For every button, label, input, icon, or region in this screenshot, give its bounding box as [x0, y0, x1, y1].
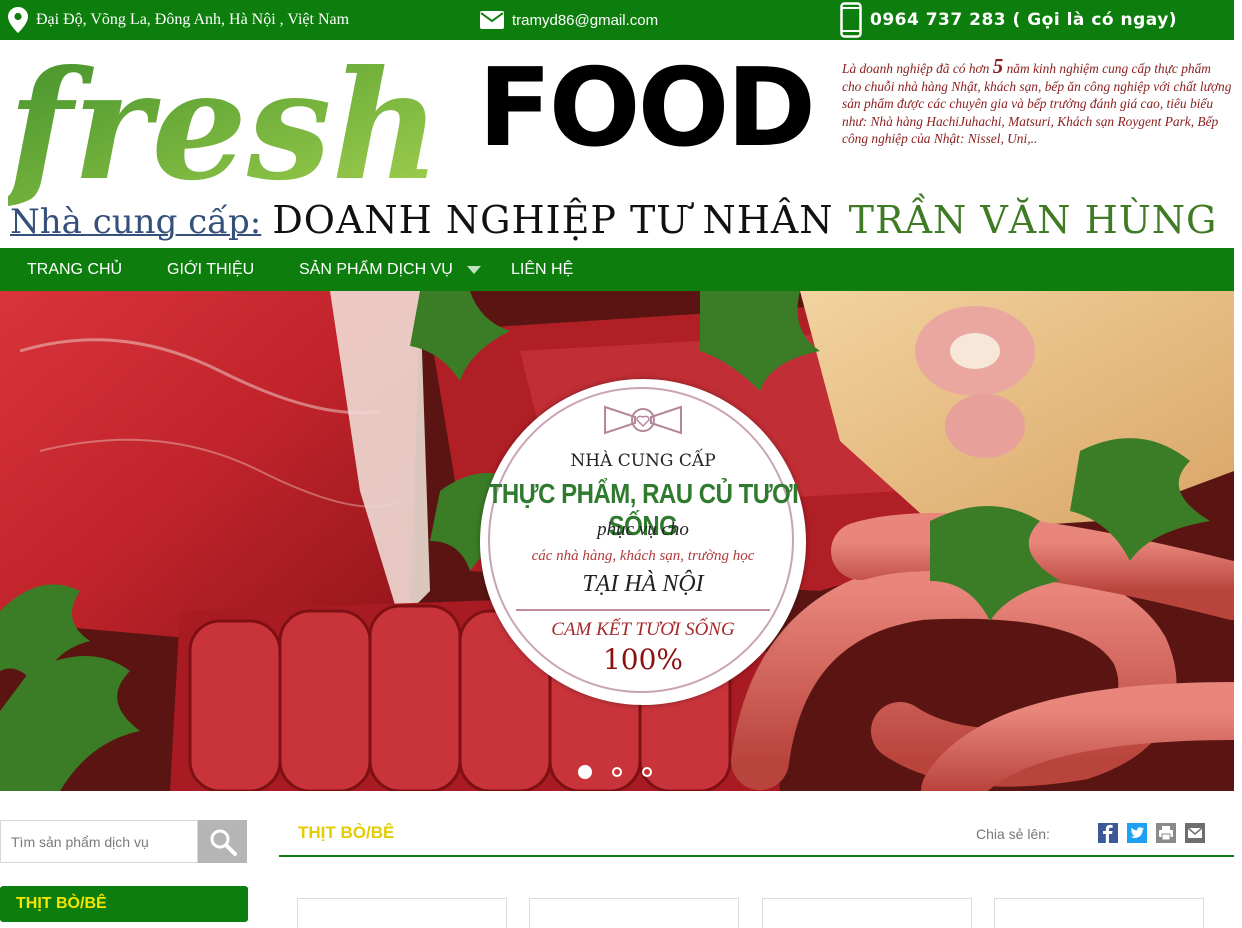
supplier-label: Nhà cung cấp: [10, 202, 262, 242]
badge-line-supplier: NHÀ CUNG CẤP [570, 451, 716, 471]
section-title: THỊT BÒ/BÊ [298, 823, 395, 842]
badge-line-clients: các nhà hàng, khách sạn, trường học [531, 548, 755, 564]
search-button[interactable] [198, 820, 247, 863]
phone-text[interactable]: 0964 737 283 ( Gọi là có ngay) [870, 10, 1177, 30]
supplier-line: Nhà cung cấp: DOANH NGHIỆP TƯ NHÂN TRẦN … [10, 198, 1217, 242]
category-beef-button[interactable]: THỊT BÒ/BÊ [0, 886, 248, 922]
twitter-glyph [1130, 827, 1144, 838]
intro-text-start: Là doanh nghiệp đã có hơn [842, 61, 993, 76]
chevron-down-icon [467, 265, 482, 274]
company-intro: Là doanh nghiệp đã có hơn 5 năm kinh ngh… [842, 56, 1232, 148]
map-pin-icon [8, 7, 28, 33]
fresh-logo-text: fresh [8, 50, 441, 210]
food-logo[interactable]: FOOD [478, 44, 816, 174]
fresh-logo[interactable]: fresh [8, 50, 448, 210]
nav-products-services[interactable]: SẢN PHẨM DỊCH VỤ [299, 248, 482, 291]
product-card[interactable] [529, 898, 739, 928]
nav-products-label: SẢN PHẨM DỊCH VỤ [299, 261, 453, 278]
product-search [0, 820, 247, 863]
intro-years: 5 [992, 54, 1004, 78]
nav-about[interactable]: GIỚI THIỆU [167, 248, 254, 291]
print-glyph [1159, 826, 1173, 841]
badge-line-location: TẠI HÀ NỘI [582, 571, 704, 597]
product-card[interactable] [297, 898, 507, 928]
email-block[interactable]: tramyd86@gmail.com [480, 0, 658, 40]
mail-icon [480, 11, 504, 29]
badge-line-commitment: CAM KẾT TƯƠI SỐNG [551, 619, 735, 640]
address-block: Đại Độ, Võng La, Đông Anh, Hà Nội , Việt… [8, 0, 349, 40]
share-label: Chia sẻ lên: [976, 826, 1050, 842]
hero-slider[interactable]: NHÀ CUNG CẤP THỰC PHẨM, RAU CỦ TƯƠI SỐNG… [0, 291, 1234, 791]
twitter-icon[interactable] [1127, 823, 1147, 843]
phone-icon [840, 2, 862, 38]
top-contact-bar: Đại Độ, Võng La, Đông Anh, Hà Nội , Việt… [0, 0, 1234, 40]
slider-dot-1[interactable] [578, 765, 592, 779]
badge-line-serving: phục vụ cho [597, 519, 689, 540]
badge-divider [516, 609, 770, 611]
address-text: Đại Độ, Võng La, Đông Anh, Hà Nội , Việt… [36, 11, 350, 28]
slider-dot-2[interactable] [612, 767, 622, 777]
product-card[interactable] [994, 898, 1204, 928]
site-header: fresh FOOD Là doanh nghiệp đã có hơn 5 n… [0, 40, 1234, 248]
email-glyph [1187, 827, 1203, 838]
product-card[interactable] [762, 898, 972, 928]
email-text[interactable]: tramyd86@gmail.com [512, 12, 658, 29]
facebook-glyph [1103, 824, 1113, 843]
phone-block[interactable]: 0964 737 283 ( Gọi là có ngay) [840, 0, 1177, 40]
print-icon[interactable] [1156, 823, 1176, 843]
promo-badge: NHÀ CUNG CẤP THỰC PHẨM, RAU CỦ TƯƠI SỐNG… [480, 379, 806, 705]
email-icon[interactable] [1185, 823, 1205, 843]
bow-heart-icon [604, 405, 682, 435]
search-icon [210, 829, 237, 856]
badge-line-percent: 100% [602, 643, 684, 676]
facebook-icon[interactable] [1098, 823, 1118, 843]
main-nav: TRANG CHỦ GIỚI THIỆU SẢN PHẨM DỊCH VỤ LI… [0, 248, 1234, 291]
supplier-owner: TRẦN VĂN HÙNG [848, 198, 1218, 242]
nav-contact[interactable]: LIÊN HỆ [511, 248, 573, 291]
supplier-business: DOANH NGHIỆP TƯ NHÂN [272, 198, 834, 242]
section-divider [279, 855, 1234, 857]
search-input[interactable] [0, 820, 198, 863]
nav-home[interactable]: TRANG CHỦ [27, 248, 122, 291]
slider-dot-3[interactable] [642, 767, 652, 777]
